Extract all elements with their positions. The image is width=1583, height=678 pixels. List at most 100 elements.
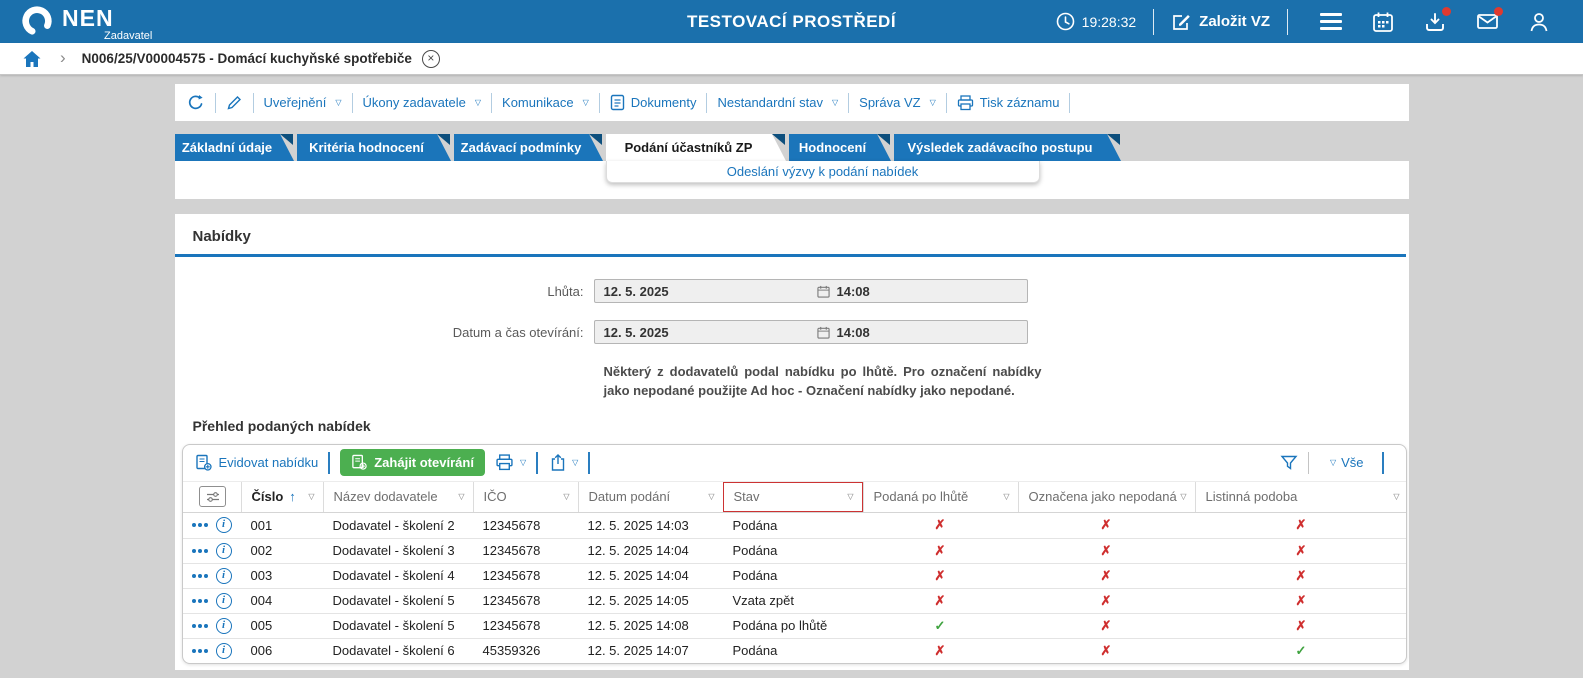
brand-name: NEN <box>62 5 114 31</box>
menu-button[interactable] <box>1319 10 1343 34</box>
table-row[interactable]: i 002 Dodavatel - školení 3 12345678 12.… <box>182 537 1406 563</box>
tab-podani-ucastniku-zp[interactable]: Podání účastníků ZP <box>605 134 786 161</box>
table-row[interactable]: i 004 Dodavatel - školení 5 12345678 12.… <box>182 587 1406 613</box>
user-button[interactable] <box>1527 10 1551 34</box>
toolbar-item-ukony-zadavatele[interactable]: Úkony zadavatele ▽ <box>363 95 482 110</box>
opening-date-value[interactable]: 12. 5. 2025 <box>595 325 817 340</box>
column-header-podana-po-lhute[interactable]: Podaná po lhůtě ▽ <box>862 481 1018 512</box>
column-header-listinna-podoba[interactable]: Listinná podoba ▽ <box>1194 481 1406 512</box>
opening-input[interactable]: 12. 5. 2025 14:08 <box>593 320 1028 344</box>
row-menu-icon[interactable] <box>191 523 208 528</box>
info-icon[interactable]: i <box>215 642 232 659</box>
table-row[interactable]: i 003 Dodavatel - školení 4 12345678 12.… <box>182 562 1406 588</box>
filter-chevron-icon[interactable]: ▽ <box>847 492 853 501</box>
info-icon[interactable]: i <box>215 542 232 559</box>
cell-ico: 12345678 <box>482 543 541 559</box>
table-row[interactable]: i 001 Dodavatel - školení 2 12345678 12.… <box>183 513 1406 538</box>
clock-icon <box>1056 12 1074 31</box>
toolbar-item-dokumenty[interactable]: Dokumenty <box>610 94 696 111</box>
info-icon[interactable]: i <box>215 567 232 584</box>
cell-ico: 12345678 <box>482 618 541 634</box>
column-settings-button[interactable] <box>199 486 226 508</box>
row-menu-icon[interactable] <box>191 573 208 578</box>
opening-time-value[interactable]: 14:08 <box>830 325 870 340</box>
tab-kriteria-hodnoceni[interactable]: Kritéria hodnocení <box>296 134 451 161</box>
column-header-ico[interactable]: IČO ▽ <box>472 481 578 512</box>
downloads-button[interactable] <box>1423 6 1451 34</box>
row-menu-icon[interactable] <box>191 623 208 628</box>
open-offers-icon <box>352 454 367 470</box>
calendar-small-icon[interactable] <box>816 326 830 339</box>
tab-vysledek-zadavaciho-postupu[interactable]: Výsledek zadávacího postupu <box>893 134 1121 161</box>
toolbar-item-uverejneni[interactable]: Uveřejnění ▽ <box>264 95 342 110</box>
filter-chevron-icon[interactable]: ▽ <box>563 492 569 501</box>
refresh-button[interactable] <box>187 94 205 112</box>
tab-hodnoceni[interactable]: Hodnocení <box>788 134 891 161</box>
cell-nazev-dodavatele: Dodavatel - školení 5 <box>332 593 455 609</box>
edit-record-button[interactable] <box>226 94 243 111</box>
row-menu-icon[interactable] <box>191 648 208 653</box>
calendar-button[interactable] <box>1371 10 1395 34</box>
chevron-down-icon: ▽ <box>519 458 527 468</box>
cell-datum-podani: 12. 5. 2025 14:07 <box>587 643 689 659</box>
chevron-down-icon: ▽ <box>832 98 839 107</box>
column-header-cislo[interactable]: Číslo ↑ ▽ <box>240 481 323 512</box>
create-vz-label: Založit VZ <box>1199 13 1270 30</box>
messages-button[interactable] <box>1475 6 1503 34</box>
register-offer-button[interactable]: Evidovat nabídku <box>195 454 318 472</box>
section-title: Nabídky <box>174 214 1406 257</box>
close-icon[interactable]: × <box>421 49 440 68</box>
column-header-stav[interactable]: Stav ▽ <box>722 481 863 512</box>
filter-chevron-icon[interactable]: ▽ <box>1393 492 1399 501</box>
home-icon[interactable] <box>22 49 42 69</box>
nen-logo-icon <box>22 6 52 36</box>
filter-chevron-icon[interactable]: ▽ <box>708 492 714 501</box>
column-header-datum-podani[interactable]: Datum podání ▽ <box>577 481 723 512</box>
header-divider <box>1287 8 1288 35</box>
toolbar-item-komunikace[interactable]: Komunikace ▽ <box>502 95 589 110</box>
calendar-small-icon[interactable] <box>816 285 830 298</box>
column-header-nazev-dodavatele[interactable]: Název dodavatele ▽ <box>322 481 473 512</box>
info-icon[interactable]: i <box>215 617 232 634</box>
create-vz-button[interactable]: Založit VZ <box>1171 12 1270 32</box>
filter-chevron-icon[interactable]: ▽ <box>1003 492 1009 501</box>
tab-dropdown-panel: Odeslání výzvy k podání nabídek <box>605 161 1040 183</box>
document-icon <box>610 94 624 111</box>
filter-funnel-icon[interactable] <box>1280 454 1298 472</box>
screen: NEN Zadavatel TESTOVACÍ PROSTŘEDÍ 19:28:… <box>0 0 1583 678</box>
cell-podana-po-lhute: ✗ <box>934 542 946 558</box>
cell-cislo: 006 <box>250 643 273 659</box>
opening-label: Datum a čas otevírání: <box>452 324 584 340</box>
toolbar-item-tisk-zaznamu[interactable]: Tisk záznamu <box>957 94 1059 111</box>
filter-chevron-icon[interactable]: ▽ <box>308 492 314 501</box>
action-toolbar: Uveřejnění ▽ Úkony zadavatele ▽ Komunikace… <box>174 84 1409 121</box>
export-button[interactable]: ▽ <box>550 453 578 472</box>
cell-stav: Podána <box>732 568 778 584</box>
row-menu-icon[interactable] <box>191 548 208 553</box>
deadline-time-value[interactable]: 14:08 <box>830 284 870 299</box>
nen-logo[interactable]: NEN Zadavatel <box>20 1 152 42</box>
deadline-date-value[interactable]: 12. 5. 2025 <box>595 284 817 299</box>
info-icon[interactable]: i <box>215 517 232 534</box>
print-grid-button[interactable]: ▽ <box>495 454 526 471</box>
send-call-for-offers-link[interactable]: Odeslání výzvy k podání nabídek <box>727 164 919 179</box>
filter-chevron-icon[interactable]: ▽ <box>1180 492 1186 501</box>
deadline-input[interactable]: 12. 5. 2025 14:08 <box>593 279 1028 303</box>
filter-chevron-icon[interactable]: ▽ <box>458 492 464 501</box>
header-divider <box>1153 8 1155 35</box>
toolbar-item-sprava-vz[interactable]: Správa VZ ▽ <box>859 95 936 110</box>
tab-zadavaci-podminky[interactable]: Zadávací podmínky <box>453 134 603 161</box>
filter-all-dropdown[interactable]: ▽ Vše <box>1327 455 1364 470</box>
breadcrumb-item[interactable]: N006/25/V00004575 - Domácí kuchyňské spo… <box>82 51 412 66</box>
table-row[interactable]: i 005 Dodavatel - školení 5 12345678 12.… <box>182 612 1406 638</box>
info-icon[interactable]: i <box>215 592 232 609</box>
column-header-oznacena-jako-nepodana[interactable]: Označena jako nepodaná ▽ <box>1017 481 1195 512</box>
table-row[interactable]: i 006 Dodavatel - školení 6 45359326 12.… <box>182 637 1406 663</box>
submitted-offers-title: Přehled podaných nabídek <box>192 417 371 434</box>
cell-podana-po-lhute: ✓ <box>934 617 946 633</box>
start-opening-button[interactable]: Zahájit otevírání <box>340 449 485 477</box>
row-menu-icon[interactable] <box>191 598 208 603</box>
tab-zakladni-udaje[interactable]: Základní údaje <box>174 134 294 161</box>
cell-podana-po-lhute: ✗ <box>934 517 946 533</box>
toolbar-item-nestandardni-stav[interactable]: Nestandardní stav ▽ <box>717 95 838 110</box>
